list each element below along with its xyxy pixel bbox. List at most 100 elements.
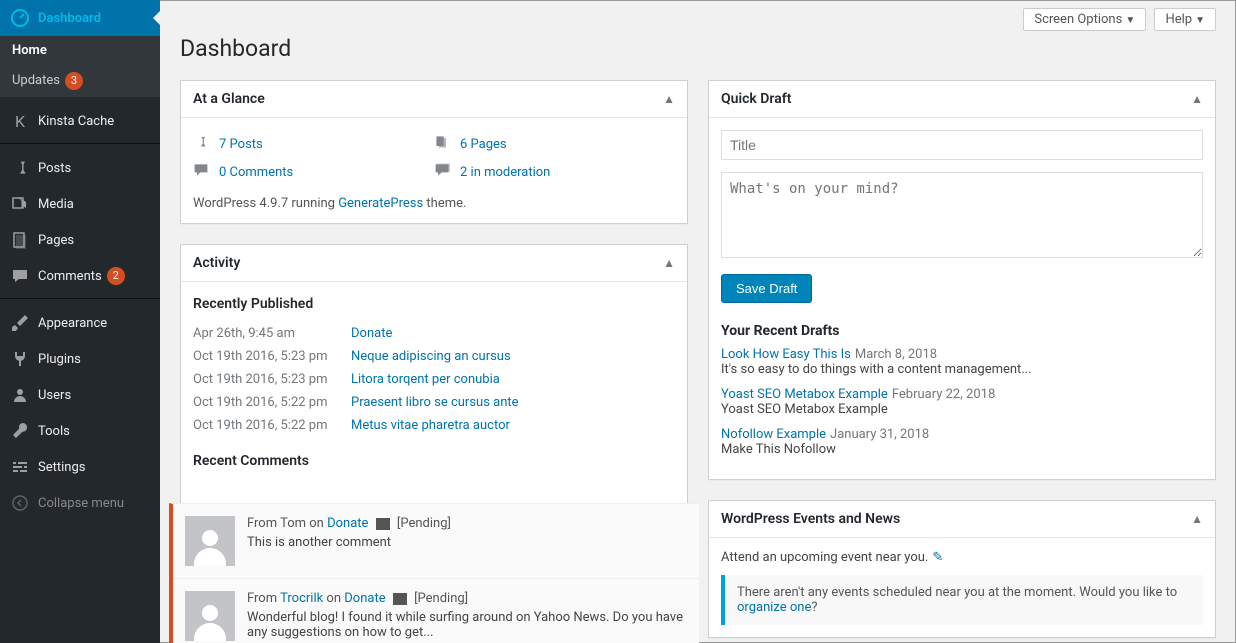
comment-author-link[interactable]: Trocrilk [280,591,323,606]
nav-pages[interactable]: Pages [0,222,160,258]
plug-icon [10,349,30,369]
nav-tools[interactable]: Tools [0,413,160,449]
nav-home[interactable]: Home [0,36,160,65]
separator [0,294,160,299]
glance-moderation[interactable]: 2 in moderation [434,158,675,186]
recently-published-header: Recently Published [193,296,675,312]
glance-pages[interactable]: 6 Pages [434,130,675,158]
comment-post-link[interactable]: Donate [327,516,368,531]
comment-icon [193,162,213,182]
draft-link[interactable]: Look How Easy This Is [721,347,851,362]
pages-icon [10,230,30,250]
screen-options-button[interactable]: Screen Options▼ [1023,8,1146,31]
widget-title: Quick Draft [721,91,791,107]
theme-link[interactable]: GeneratePress [338,196,423,211]
events-attend: Attend an upcoming event near you.✎ [721,550,1203,565]
widget-title: Activity [193,255,240,271]
nav-media[interactable]: Media [0,186,160,222]
updates-badge: 3 [65,72,83,90]
flag-icon [376,518,390,530]
comment-item[interactable]: From Trocrilk on Donate [Pending] Wonder… [173,579,699,643]
nav-posts[interactable]: Posts [0,150,160,186]
nav-settings[interactable]: Settings [0,449,160,485]
draft-excerpt: Yoast SEO Metabox Example [721,402,1203,417]
nav-plugins[interactable]: Plugins [0,341,160,377]
page-title: Dashboard [180,31,1216,80]
comments-list: From Tom on Donate [Pending] This is ano… [169,503,699,643]
draft-excerpt: Make This Nofollow [721,442,1203,457]
pub-date: Oct 19th 2016, 5:23 pm [193,349,351,364]
draft-date: February 22, 2018 [892,387,995,402]
edit-location-icon[interactable]: ✎ [932,550,943,565]
pub-link[interactable]: Praesent libro se cursus ante [351,395,519,410]
quick-draft-widget: Quick Draft ▲ Save Draft Your Recent Draf… [708,80,1216,480]
comment-icon [434,162,454,182]
collapse-icon [10,493,30,513]
published-row: Oct 19th 2016, 5:22 pmPraesent libro se … [193,391,675,414]
pub-date: Oct 19th 2016, 5:23 pm [193,372,351,387]
glance-posts[interactable]: 7 Posts [193,130,434,158]
published-row: Oct 19th 2016, 5:22 pmMetus vitae pharet… [193,414,675,437]
recent-comments-header: Recent Comments [193,453,675,469]
nav-kinsta[interactable]: KKinsta Cache [0,103,160,139]
draft-content-input[interactable] [721,172,1203,258]
pub-link[interactable]: Neque adipiscing an cursus [351,349,511,364]
draft-date: March 8, 2018 [855,347,937,362]
kinsta-icon: K [10,111,30,131]
pub-date: Oct 19th 2016, 5:22 pm [193,395,351,410]
draft-item: Look How Easy This Is March 8, 2018It's s… [721,347,1203,377]
nav-label: Dashboard [38,11,101,26]
nav-users[interactable]: Users [0,377,160,413]
pub-link[interactable]: Litora torqent per conubia [351,372,500,387]
chevron-down-icon: ▼ [1125,15,1135,26]
comment-post-link[interactable]: Donate [344,591,385,606]
nav-appearance[interactable]: Appearance [0,305,160,341]
separator [0,139,160,144]
nav-updates[interactable]: Updates3 [0,65,160,97]
pub-link[interactable]: Donate [351,326,392,341]
pin-icon [193,134,213,154]
published-row: Oct 19th 2016, 5:23 pmNeque adipiscing a… [193,345,675,368]
glance-comments[interactable]: 0 Comments [193,158,434,186]
pub-link[interactable]: Metus vitae pharetra auctor [351,418,510,433]
organize-link[interactable]: organize one [737,600,811,615]
pages-icon [434,134,454,154]
pub-date: Apr 26th, 9:45 am [193,326,351,341]
comment-meta: From Tom on Donate [Pending] [247,516,687,531]
nav-dashboard[interactable]: Dashboard [0,0,160,36]
nav-comments[interactable]: Comments2 [0,258,160,294]
draft-date: January 31, 2018 [830,427,929,442]
draft-link[interactable]: Nofollow Example [721,427,826,442]
brush-icon [10,313,30,333]
sliders-icon [10,457,30,477]
published-row: Apr 26th, 9:45 amDonate [193,322,675,345]
toggle-icon[interactable]: ▲ [663,256,675,270]
wrench-icon [10,421,30,441]
activity-widget: Activity ▲ Recently Published Apr 26th, 9… [180,244,688,643]
widget-title: WordPress Events and News [721,511,900,527]
published-row: Oct 19th 2016, 5:23 pmLitora torqent per… [193,368,675,391]
comment-text: This is another comment [247,535,687,550]
comment-item[interactable]: From Tom on Donate [Pending] This is ano… [173,504,699,579]
draft-link[interactable]: Yoast SEO Metabox Example [721,387,888,402]
media-icon [10,194,30,214]
toggle-icon[interactable]: ▲ [1191,512,1203,526]
user-icon [10,385,30,405]
avatar [185,516,235,566]
dashboard-icon [10,8,30,28]
toggle-icon[interactable]: ▲ [663,92,675,106]
top-buttons: Screen Options▼ Help▼ [180,0,1216,31]
collapse-menu[interactable]: Collapse menu [0,485,160,521]
version-info: WordPress 4.9.7 running GeneratePress th… [193,196,675,211]
help-button[interactable]: Help▼ [1154,8,1216,31]
chevron-down-icon: ▼ [1195,15,1205,26]
save-draft-button[interactable]: Save Draft [721,274,812,303]
recent-drafts-header: Your Recent Drafts [721,323,1203,339]
draft-excerpt: It's so easy to do things with a content… [721,362,1203,377]
at-a-glance-widget: At a Glance▲ 7 Posts 6 Pages 0 Comments … [180,80,688,224]
toggle-icon[interactable]: ▲ [1191,92,1203,106]
admin-sidebar: Dashboard Home Updates3 KKinsta Cache Po… [0,0,160,643]
pin-icon [10,158,30,178]
draft-title-input[interactable] [721,130,1203,160]
avatar [185,591,235,641]
